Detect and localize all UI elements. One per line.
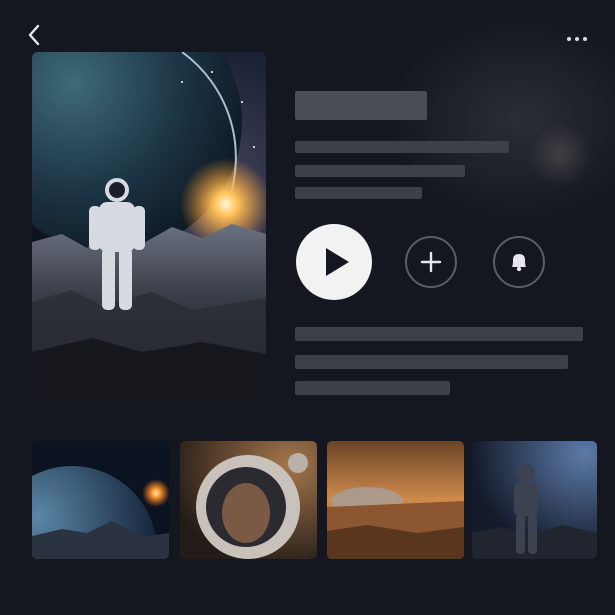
more-options-button[interactable] — [562, 30, 592, 48]
notify-button[interactable] — [493, 236, 545, 288]
more-dot — [575, 37, 579, 41]
back-button[interactable] — [24, 22, 46, 48]
plus-icon — [420, 251, 442, 273]
bell-icon — [512, 254, 526, 272]
astronaut-scene-image — [32, 52, 266, 400]
thumbnail-desert-planet[interactable] — [327, 441, 464, 559]
play-button[interactable] — [296, 224, 372, 300]
details-line-placeholder — [295, 327, 583, 341]
more-horizontal-icon — [567, 37, 571, 41]
description-line-placeholder — [295, 165, 465, 177]
astronaut-standing-image — [472, 441, 597, 559]
title-placeholder — [295, 91, 427, 120]
details-line-placeholder — [295, 381, 450, 395]
add-to-list-button[interactable] — [405, 236, 457, 288]
play-icon — [326, 248, 349, 276]
description-line-placeholder — [295, 187, 422, 199]
more-dot — [583, 37, 587, 41]
planet-horizon-image — [32, 441, 169, 559]
thumbnail-astronaut-portrait[interactable] — [180, 441, 317, 559]
details-line-placeholder — [295, 355, 568, 369]
thumbnail-planet-horizon[interactable] — [32, 441, 169, 559]
thumbnail-astronaut-standing[interactable] — [472, 441, 597, 559]
astronaut-helmet-image — [180, 441, 317, 559]
desert-planet-image — [327, 441, 464, 559]
description-line-placeholder — [295, 141, 509, 153]
chevron-left-icon — [28, 24, 40, 46]
hero-poster[interactable] — [32, 52, 266, 400]
